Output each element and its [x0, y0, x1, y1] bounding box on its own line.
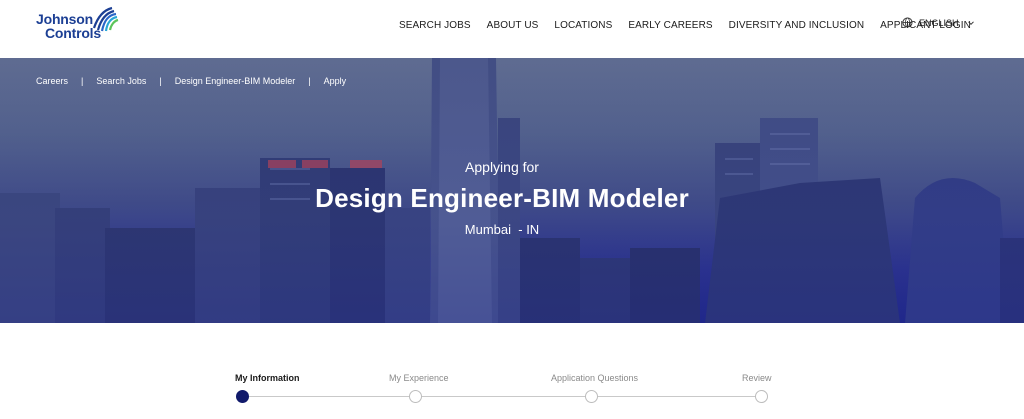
- stepper-track: [242, 396, 762, 397]
- breadcrumb-search-jobs[interactable]: Search Jobs: [96, 76, 146, 86]
- breadcrumb-separator: |: [81, 76, 84, 86]
- hero-banner: Careers | Search Jobs | Design Engineer-…: [0, 58, 1024, 323]
- step-dot-my-information[interactable]: [236, 390, 249, 403]
- breadcrumb-apply: Apply: [323, 76, 347, 86]
- nav-search-jobs[interactable]: SEARCH JOBS: [399, 20, 471, 31]
- breadcrumb-careers[interactable]: Careers: [36, 76, 68, 86]
- breadcrumb-separator: |: [159, 76, 162, 86]
- language-selector[interactable]: ENGLISH: [902, 17, 975, 28]
- step-dot-application-questions[interactable]: [585, 390, 598, 403]
- applying-for-label: Applying for: [465, 159, 539, 175]
- step-dot-review[interactable]: [755, 390, 768, 403]
- nav-about-us[interactable]: ABOUT US: [487, 20, 539, 31]
- job-location: Mumbai - IN: [464, 222, 540, 237]
- globe-icon: [902, 17, 913, 28]
- nav-early-careers[interactable]: EARLY CAREERS: [628, 20, 712, 31]
- site-header: Johnson Controls SEARCH JOBS ABOUT US LO…: [0, 0, 1024, 58]
- johnson-controls-logo[interactable]: Johnson Controls: [36, 6, 126, 46]
- breadcrumb: Careers | Search Jobs | Design Engineer-…: [36, 76, 346, 86]
- chevron-down-icon: [967, 20, 974, 25]
- step-label-review[interactable]: Review: [742, 373, 772, 383]
- job-title: Design Engineer-BIM Modeler: [315, 183, 689, 213]
- step-dot-my-experience[interactable]: [409, 390, 422, 403]
- main-nav: SEARCH JOBS ABOUT US LOCATIONS EARLY CAR…: [399, 18, 987, 32]
- application-stepper: My Information My Experience Application…: [0, 323, 1024, 419]
- language-label: ENGLISH: [919, 17, 959, 28]
- nav-diversity-and-inclusion[interactable]: DIVERSITY AND INCLUSION: [729, 20, 864, 31]
- step-label-application-questions[interactable]: Application Questions: [551, 373, 638, 383]
- step-label-my-experience[interactable]: My Experience: [389, 373, 449, 383]
- breadcrumb-separator: |: [308, 76, 311, 86]
- breadcrumb-job[interactable]: Design Engineer-BIM Modeler: [175, 76, 296, 86]
- nav-locations[interactable]: LOCATIONS: [554, 20, 612, 31]
- logo-swirl-icon: [92, 6, 119, 32]
- step-label-my-information[interactable]: My Information: [235, 373, 300, 383]
